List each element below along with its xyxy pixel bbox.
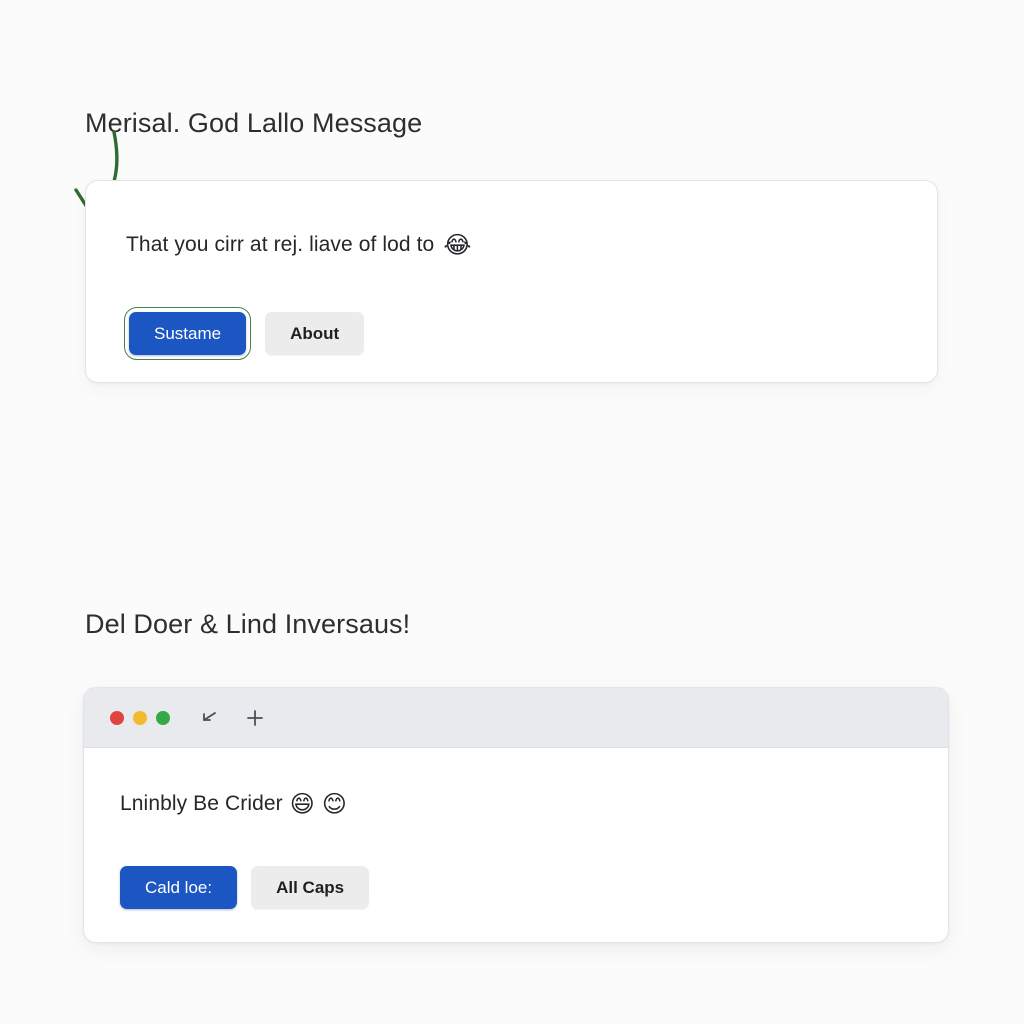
primary-button-focus-ring: Sustame bbox=[124, 307, 252, 360]
window-body: Lninbly Be Crider 😄 😊 Cald loe: All Caps bbox=[84, 748, 948, 942]
window-actions: Cald loe: All Caps bbox=[120, 866, 370, 909]
all-caps-button[interactable]: All Caps bbox=[251, 866, 370, 909]
cald-loe-button[interactable]: Cald loe: bbox=[120, 866, 238, 909]
plus-icon[interactable] bbox=[242, 705, 268, 731]
grinning-face-with-smiling-eyes-icon: 😄 bbox=[289, 790, 315, 818]
maximize-button[interactable] bbox=[156, 710, 170, 725]
about-button[interactable]: About bbox=[265, 312, 365, 355]
message-card: That you cirr at rej. liave of lod to 😂 … bbox=[85, 180, 938, 383]
section-two-heading: Del Doer & Lind Inversaus! bbox=[85, 609, 411, 639]
minimize-button[interactable] bbox=[133, 710, 147, 725]
smiling-face-with-smiling-eyes-icon: 😊 bbox=[321, 790, 348, 818]
traffic-lights bbox=[110, 710, 170, 725]
message-card-text-row: That you cirr at rej. liave of lod to 😂 bbox=[126, 233, 472, 257]
back-arrow-icon[interactable] bbox=[196, 705, 222, 731]
message-card-text: That you cirr at rej. liave of lod to bbox=[126, 233, 435, 256]
window-text-row: Lninbly Be Crider 😄 😊 bbox=[120, 792, 347, 816]
window-titlebar bbox=[84, 688, 948, 748]
sustame-button[interactable]: Sustame bbox=[129, 312, 247, 355]
window-body-text: Lninbly Be Crider bbox=[120, 792, 283, 815]
window-card: Lninbly Be Crider 😄 😊 Cald loe: All Caps bbox=[83, 687, 949, 943]
page-root: Merisal. God Lallo Message That you cirr… bbox=[0, 0, 1024, 1024]
face-with-tears-of-joy-icon: 😂 bbox=[443, 231, 472, 259]
section-one-heading: Merisal. God Lallo Message bbox=[85, 108, 423, 138]
close-button[interactable] bbox=[110, 710, 124, 725]
message-card-actions: Sustame About bbox=[124, 307, 365, 360]
